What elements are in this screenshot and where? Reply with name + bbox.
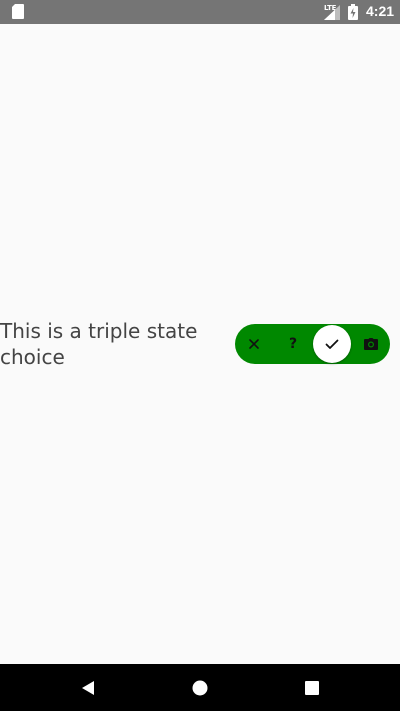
recent-apps-button[interactable] [288,664,336,711]
home-icon [192,680,208,695]
status-bar: LTE 4:21 [0,0,400,24]
option-close[interactable] [235,324,273,364]
clock-time: 4:21 [366,3,395,19]
close-icon [249,339,259,349]
option-camera[interactable] [352,324,390,364]
sd-card-icon [12,4,24,19]
app-screen: LTE 4:21 This is a triple state choice ? [0,0,400,711]
signal-icon [324,5,340,20]
triple-state-switch[interactable]: ? [235,324,390,364]
camera-icon [364,338,378,350]
back-icon [82,680,94,695]
recent-apps-icon [305,680,319,695]
option-question[interactable]: ? [274,324,312,364]
question-mark-icon: ? [288,336,298,352]
home-button[interactable] [176,664,224,711]
check-icon [325,339,339,349]
battery-icon [348,4,358,20]
choice-label: This is a triple state choice [0,319,198,369]
switch-knob[interactable] [313,325,351,363]
navigation-bar [0,664,400,711]
back-button[interactable] [64,664,112,711]
